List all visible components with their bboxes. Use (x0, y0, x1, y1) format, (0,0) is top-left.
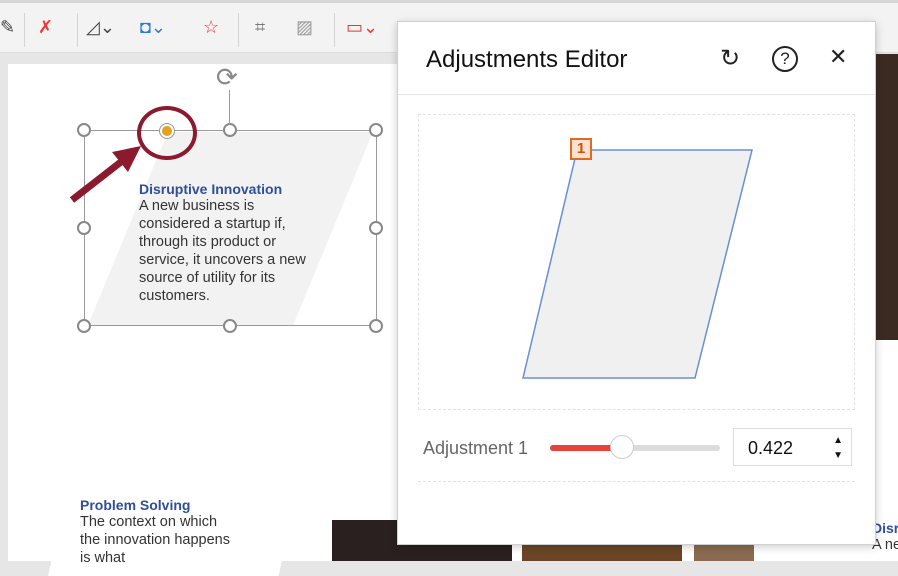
pen-icon[interactable]: ✎ (0, 17, 15, 38)
adjustment-point-marker[interactable]: 1 (570, 138, 592, 160)
star-icon[interactable]: ☆ (203, 17, 219, 38)
rotate-handle-icon[interactable]: ⟳ (216, 62, 238, 93)
panel-title: Adjustments Editor (426, 46, 628, 73)
slideshow-icon[interactable]: ▭⌄ (346, 17, 378, 38)
resize-handle[interactable] (223, 319, 237, 333)
shape-title: Problem Solving (80, 497, 191, 513)
adjustment-handle[interactable] (160, 124, 174, 138)
resize-handle[interactable] (369, 123, 383, 137)
slider-knob[interactable] (609, 435, 634, 459)
shape-fill-icon[interactable]: ◘⌄ (140, 17, 166, 38)
resize-handle[interactable] (77, 221, 91, 235)
increment-icon[interactable]: ▲ (833, 435, 843, 446)
adjustments-editor-panel: Adjustments Editor ↻ ? ✕ 1 Adjustment 1 … (397, 21, 876, 545)
shape-preview: 1 (418, 114, 855, 410)
resize-handle[interactable] (77, 319, 91, 333)
arrow-icon (69, 146, 141, 203)
reset-icon[interactable]: ↻ (720, 44, 740, 73)
picture-icon[interactable]: ▨ (296, 17, 313, 38)
adjustment-slider[interactable] (550, 435, 720, 459)
adjustment-value-input[interactable]: 0.422 ▲ ▼ (733, 428, 852, 466)
crop-icon[interactable]: ⌗ (255, 17, 265, 38)
resize-handle[interactable] (369, 221, 383, 235)
decrement-icon[interactable]: ▼ (833, 450, 843, 461)
help-icon[interactable]: ? (772, 46, 798, 72)
shape-body: The context on which the innovation happ… (80, 514, 230, 566)
resize-handle[interactable] (369, 319, 383, 333)
close-icon[interactable]: ✕ (829, 44, 847, 70)
adjustment-label: Adjustment 1 (423, 438, 529, 458)
resize-handle[interactable] (223, 123, 237, 137)
preview-parallelogram (522, 149, 753, 379)
eyedropper-icon[interactable]: ✗ (38, 17, 53, 38)
rotate-shape-icon[interactable]: ◿⌄ (86, 17, 115, 38)
adjustment-value[interactable]: 0.422 (748, 438, 793, 458)
photo (876, 54, 898, 340)
resize-handle[interactable] (77, 123, 91, 137)
